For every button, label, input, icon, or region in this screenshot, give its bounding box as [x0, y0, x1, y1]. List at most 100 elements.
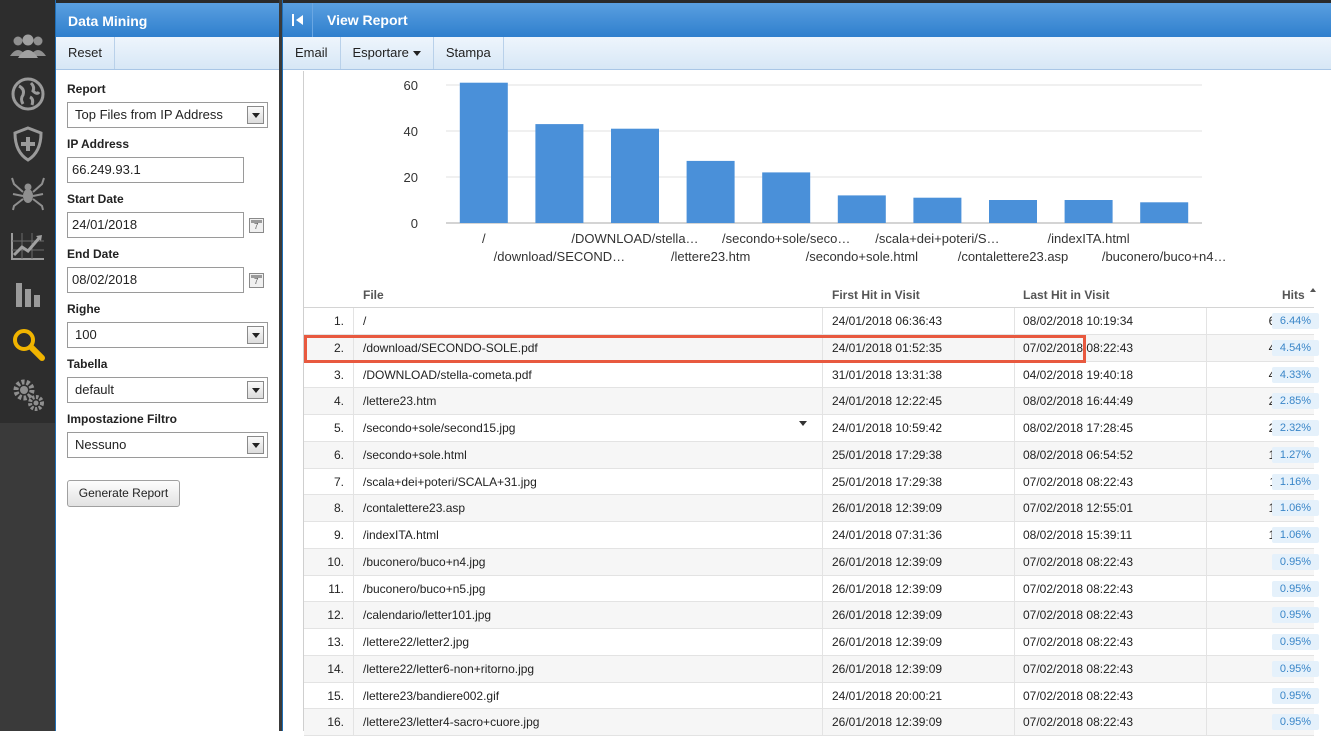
- row-file: /lettere22/letter6-non+ritorno.jpg: [363, 661, 535, 676]
- dropdown-arrow-icon[interactable]: [247, 106, 264, 124]
- row-hits: 9: [1204, 662, 1282, 676]
- export-button[interactable]: Esportare: [341, 37, 434, 69]
- row-hits: 9: [1204, 555, 1282, 569]
- ip-address-input[interactable]: 66.249.93.1: [67, 157, 244, 183]
- start-date-label: Start Date: [67, 192, 124, 206]
- ip-label: IP Address: [67, 137, 130, 151]
- header-first-hit[interactable]: First Hit in Visit: [832, 288, 920, 302]
- filter-select[interactable]: Nessuno: [67, 432, 268, 458]
- report-select-value: Top Files from IP Address: [75, 107, 223, 122]
- start-date-input[interactable]: 24/01/2018: [67, 212, 244, 238]
- column-divider: [822, 308, 823, 334]
- column-divider: [353, 388, 354, 414]
- dropdown-arrow-icon[interactable]: [247, 326, 264, 344]
- row-percent-badge: 2.85%: [1272, 393, 1319, 410]
- table-label: Tabella: [67, 357, 108, 371]
- collapse-panel-icon[interactable]: [283, 3, 313, 37]
- calendar-icon[interactable]: [249, 217, 264, 233]
- reset-button[interactable]: Reset: [56, 37, 115, 69]
- row-number: 15.: [327, 688, 344, 703]
- table-row[interactable]: 4. /lettere23.htm 24/01/2018 12:22:45 08/02…: [304, 388, 1319, 415]
- row-file: /buconero/buco+n5.jpg: [363, 581, 486, 596]
- column-divider: [822, 629, 823, 655]
- table-row[interactable]: 13. /lettere22/letter2.jpg 26/01/2018 12:3…: [304, 629, 1319, 656]
- row-file: /lettere23.htm: [363, 394, 437, 409]
- table-row[interactable]: 16. /lettere23/letter4-sacro+cuore.jpg 26/…: [304, 709, 1319, 736]
- row-number: 9.: [333, 528, 344, 542]
- rows-select[interactable]: 100: [67, 322, 268, 348]
- row-file: /indexITA.html: [363, 528, 439, 542]
- column-divider: [822, 361, 823, 388]
- spider-icon[interactable]: [8, 174, 48, 214]
- gear-icon[interactable]: [8, 374, 48, 414]
- chart-bar: [535, 124, 584, 223]
- row-last-hit: 07/02/2018 12:55:01: [1023, 501, 1134, 516]
- table-row[interactable]: 11. /buconero/buco+n5.jpg 26/01/2018 12:39…: [304, 575, 1319, 603]
- generate-report-button[interactable]: Generate Report: [67, 480, 180, 507]
- row-percent-badge: 0.95%: [1272, 660, 1319, 677]
- bar-chart-icon[interactable]: [8, 274, 48, 314]
- x-tick-label: /secondo+sole.html: [806, 249, 918, 264]
- table-body: 1. / 24/01/2018 06:36:43 08/02/2018 10:19:3…: [304, 308, 1319, 736]
- dropdown-arrow-icon[interactable]: [247, 381, 264, 399]
- header-last-hit[interactable]: Last Hit in Visit: [1023, 288, 1109, 302]
- column-divider: [1206, 709, 1207, 735]
- table-row[interactable]: 5. /secondo+sole/second15.jpg 24/01/2018 1…: [304, 415, 1319, 442]
- column-divider: [353, 495, 354, 521]
- column-divider: [822, 548, 823, 575]
- row-hits: 9: [1204, 635, 1282, 649]
- row-last-hit: 04/02/2018 19:40:18: [1023, 367, 1134, 382]
- table-row[interactable]: 10. /buconero/buco+n4.jpg 26/01/2018 12:39…: [304, 548, 1319, 576]
- y-tick-label: 60: [404, 78, 418, 93]
- row-last-hit: 07/02/2018 08:22:43: [1023, 688, 1134, 703]
- column-divider: [353, 415, 354, 441]
- table-row[interactable]: 9. /indexITA.html 24/01/2018 07:31:36 08/02…: [304, 522, 1319, 549]
- report-header: View Report: [283, 0, 1331, 37]
- column-divider: [1206, 548, 1207, 575]
- row-hits: 41: [1204, 368, 1282, 382]
- row-hits: 10: [1204, 501, 1282, 515]
- table-row[interactable]: 3. /DOWNLOAD/stella-cometa.pdf 31/01/2018 …: [304, 361, 1319, 389]
- panel-toolbar: Reset: [56, 37, 279, 70]
- table-row[interactable]: 14. /lettere22/letter6-non+ritorno.jpg 26/…: [304, 655, 1319, 683]
- end-date-input[interactable]: 08/02/2018: [67, 267, 244, 293]
- column-divider: [353, 522, 354, 548]
- chart-bar: [1140, 202, 1189, 223]
- row-file: /secondo+sole/second15.jpg: [363, 421, 516, 435]
- row-first-hit: 26/01/2018 12:39:09: [832, 554, 943, 569]
- table-row[interactable]: 15. /lettere23/bandiere002.gif 24/01/2018 …: [304, 682, 1319, 710]
- dropdown-arrow-icon[interactable]: [247, 436, 264, 454]
- report-select[interactable]: Top Files from IP Address: [67, 102, 268, 128]
- trend-chart-icon[interactable]: [8, 226, 48, 266]
- row-percent-badge: 0.95%: [1272, 687, 1319, 704]
- header-file[interactable]: File: [363, 288, 384, 302]
- row-last-hit: 07/02/2018 08:22:43: [1023, 554, 1134, 569]
- calendar-icon[interactable]: [249, 272, 264, 288]
- row-last-hit: 07/02/2018 08:22:43: [1023, 608, 1134, 623]
- email-button[interactable]: Email: [283, 37, 341, 69]
- row-first-hit: 25/01/2018 17:29:38: [832, 474, 943, 489]
- chart-bar: [762, 172, 811, 223]
- table-select[interactable]: default: [67, 377, 268, 403]
- chevron-down-icon[interactable]: [799, 421, 807, 426]
- table-row[interactable]: 7. /scala+dei+poteri/SCALA+31.jpg 25/01/20…: [304, 468, 1319, 496]
- table-row[interactable]: 12. /calendario/letter101.jpg 26/01/2018 1…: [304, 602, 1319, 629]
- header-hits[interactable]: Hits: [1282, 288, 1305, 302]
- table-row[interactable]: 6. /secondo+sole.html 25/01/2018 17:29:38 0…: [304, 441, 1319, 469]
- shield-plus-icon[interactable]: [8, 124, 48, 164]
- row-percent-badge: 2.32%: [1272, 420, 1319, 436]
- column-divider: [822, 602, 823, 628]
- table-row[interactable]: 1. / 24/01/2018 06:36:43 08/02/2018 10:19:3…: [304, 308, 1319, 335]
- print-button[interactable]: Stampa: [434, 37, 504, 69]
- row-hits: 61: [1204, 314, 1282, 328]
- globe-icon[interactable]: [8, 74, 48, 114]
- row-number: 16.: [327, 715, 344, 730]
- row-last-hit: 08/02/2018 06:54:52: [1023, 447, 1134, 462]
- search-icon[interactable]: [8, 324, 48, 364]
- row-percent-badge: 0.95%: [1272, 607, 1319, 624]
- x-tick-label: /DOWNLOAD/stella…: [571, 231, 698, 246]
- x-tick-label: /buconero/buco+n4…: [1102, 249, 1227, 264]
- row-percent-badge: 1.06%: [1272, 500, 1319, 517]
- users-icon[interactable]: [8, 26, 48, 66]
- table-row[interactable]: 8. /contalettere23.asp 26/01/2018 12:39:09…: [304, 495, 1319, 522]
